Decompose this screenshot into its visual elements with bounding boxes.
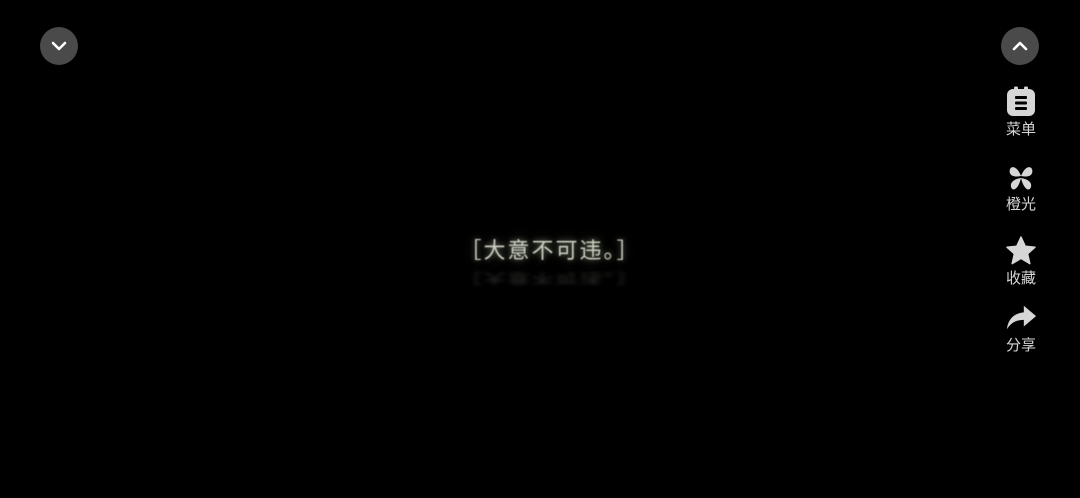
favorite-label: 收藏 [1005, 269, 1036, 287]
menu-button[interactable]: 菜单 [998, 86, 1044, 138]
menu-label: 菜单 [1005, 120, 1036, 138]
menu-icon [1005, 86, 1037, 118]
dialogue-text: ［大意不可违。］ [459, 239, 641, 264]
dialogue-reflection: ［大意不可违。］ [459, 269, 641, 285]
collapse-button[interactable] [40, 27, 78, 65]
share-button[interactable]: 分享 [998, 302, 1044, 354]
share-label: 分享 [1005, 336, 1036, 354]
orange-light-button[interactable]: 橙光 [998, 161, 1044, 213]
star-icon [1005, 235, 1037, 267]
share-arrow-icon [1005, 302, 1037, 334]
orange-light-logo-icon [1005, 161, 1037, 193]
orange-light-label: 橙光 [1005, 195, 1036, 213]
favorite-button[interactable]: 收藏 [998, 235, 1044, 287]
expand-button[interactable] [1001, 27, 1039, 65]
chevron-down-icon [51, 41, 67, 51]
chevron-up-icon [1012, 41, 1028, 51]
game-screen[interactable]: 菜单 橙光 收藏 分享 ［大意不可违。］ ［大意不可违。］ [0, 0, 1080, 498]
